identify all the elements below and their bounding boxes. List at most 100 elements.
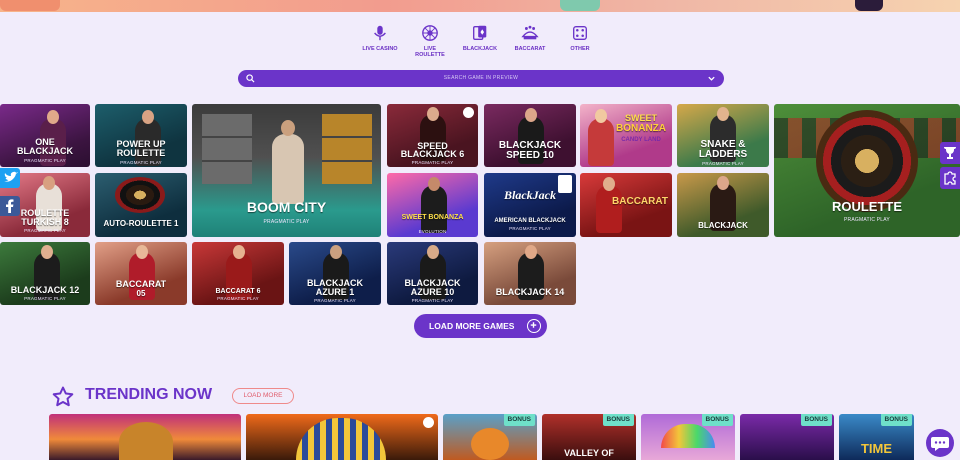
host-head [595, 109, 607, 123]
trending-load-more-button[interactable]: LOAD MORE [232, 388, 294, 404]
trending-tile-time[interactable]: BONUS TIME [839, 414, 914, 460]
game-tile-american-blackjack[interactable]: BlackJack AMERICAN BLACKJACK PRAGMATIC P… [484, 173, 576, 237]
game-tile-boom-city[interactable]: BOOM CITY PRAGMATIC PLAY [192, 104, 381, 237]
nav-live-casino[interactable]: LIVE CASINO [356, 24, 404, 52]
nav-label: OTHER [570, 46, 590, 52]
dealer-head [47, 110, 59, 124]
game-title: AUTO-ROULETTE 1 [103, 219, 179, 228]
dealer-head [717, 107, 729, 121]
trending-tile-pharaoh[interactable] [246, 414, 438, 460]
game-tile-one-blackjack[interactable]: ONE BLACKJACK PRAGMATIC PLAY [0, 104, 90, 167]
game-tile-baccarat-6[interactable]: BACCARAT 6 PRAGMATIC PLAY [192, 242, 284, 305]
banner-art [0, 0, 60, 11]
game-tile-blackjack-12[interactable]: BLACKJACK 12 PRAGMATIC PLAY [0, 242, 90, 305]
chevron-down-icon[interactable] [707, 74, 716, 83]
game-title: SWEET [624, 113, 657, 123]
pharaoh-art [296, 418, 386, 460]
nav-live-roulette[interactable]: LIVE ROULETTE [406, 24, 454, 58]
game-tile-blackjack[interactable]: BLACKJACK [677, 173, 769, 237]
dealer-figure [596, 185, 622, 233]
game-title-line2: AZURE 10 [410, 287, 455, 297]
star-icon [52, 386, 74, 407]
game-tile-blackjack-azure-10[interactable]: BLACKJACK AZURE 10 PRAGMATIC PLAY [387, 242, 478, 305]
chat-icon [931, 437, 949, 451]
game-tile-snake-ladders[interactable]: SNAKE & LADDERS PRAGMATIC PLAY [677, 104, 769, 167]
dealer-head [717, 176, 729, 190]
trending-tile-lion[interactable] [49, 414, 241, 460]
game-title: BLACKJACK [498, 140, 562, 151]
game-title: BACCARAT [612, 196, 668, 207]
dealer-head [142, 110, 154, 124]
game-provider: PRAGMATIC PLAY [411, 298, 454, 303]
tiger-art [471, 428, 509, 460]
hot-icon [423, 417, 434, 428]
search-bar[interactable]: SEARCH GAME IN PREVIEW [238, 70, 724, 87]
game-title: ROULETTE [831, 199, 903, 214]
game-tile-blackjack-14[interactable]: BLACKJACK 14 [484, 242, 576, 305]
game-tile-baccarat-05[interactable]: BACCARAT 05 [95, 242, 187, 305]
twitter-button[interactable] [0, 168, 20, 188]
game-title: BACCARAT 6 [215, 288, 261, 295]
banner-art [560, 0, 600, 11]
game-provider: PRAGMATIC PLAY [844, 217, 890, 223]
game-title-line3: CANDY LAND [621, 137, 661, 143]
game-title-line2: BLACKJACK 6 [400, 149, 465, 159]
game-provider: PRAGMATIC PLAY [24, 158, 66, 163]
category-nav: LIVE CASINO LIVE ROULETTE BLACKJACK BACC… [0, 24, 960, 64]
search-placeholder: SEARCH GAME IN PREVIEW [443, 75, 519, 81]
dealer-head [233, 245, 245, 259]
game-title: SNAKE & [700, 139, 746, 150]
game-provider: EVOLUTION [418, 229, 447, 234]
game-tile-sweet-bonanza-candyland[interactable]: SWEET BONANZA CANDY LAND [580, 104, 672, 167]
trophy-icon [944, 147, 956, 159]
game-title: BLACKJACK 12 [10, 285, 80, 295]
game-title-line2: ROULETTE [116, 148, 166, 158]
dealer-head [427, 107, 439, 121]
game-tile-power-up-roulette[interactable]: POWER UP ROULETTE PRAGMATIC PLAY [95, 104, 187, 167]
facebook-icon [6, 199, 14, 213]
nav-baccarat[interactable]: BACCARAT [506, 24, 554, 52]
facebook-button[interactable] [0, 196, 20, 216]
hot-icon [463, 107, 474, 118]
nav-label: BLACKJACK [462, 46, 498, 52]
trophy-button[interactable] [940, 142, 960, 164]
nav-label: BACCARAT [514, 46, 546, 52]
game-tile-roulette[interactable]: ROULETTE PRAGMATIC PLAY [774, 104, 960, 237]
game-title: BACCARAT [115, 279, 167, 289]
bonus-badge: BONUS [602, 414, 634, 426]
game-provider: PRAGMATIC PLAY [217, 296, 259, 301]
board-tiles [202, 114, 252, 184]
game-tile-auto-roulette-1[interactable]: AUTO-ROULETTE 1 [95, 173, 187, 237]
nav-other[interactable]: OTHER [556, 24, 604, 52]
game-tile-speed-blackjack-6[interactable]: SPEED BLACKJACK 6 PRAGMATIC PLAY [387, 104, 478, 167]
game-title: BLACKJACK 14 [495, 287, 565, 297]
promo-banner[interactable] [0, 0, 960, 12]
game-tile-blackjack-azure-1[interactable]: BLACKJACK AZURE 1 PRAGMATIC PLAY [289, 242, 381, 305]
game-tile-sweet-bonanza[interactable]: SWEET BONANZA EVOLUTION [387, 173, 478, 237]
trending-tile-rainbow[interactable]: BONUS [641, 414, 735, 460]
microphone-icon [374, 25, 386, 41]
trending-tile-valley-of[interactable]: BONUS VALLEY OF [542, 414, 636, 460]
game-title-line2: AZURE 1 [315, 287, 355, 297]
bonus-badge: BONUS [503, 414, 535, 426]
host-head [428, 177, 440, 191]
dice-icon [573, 26, 587, 40]
nav-blackjack[interactable]: BLACKJACK [456, 24, 504, 52]
trending-title: TRENDING NOW [85, 386, 213, 403]
load-more-games-button[interactable]: LOAD MORE GAMES [414, 314, 547, 338]
game-tile-blackjack-speed-10[interactable]: BLACKJACK SPEED 10 [484, 104, 576, 167]
puzzle-button[interactable] [940, 167, 960, 189]
game-title-line2: BONANZA [616, 123, 666, 134]
host-head [281, 120, 295, 136]
game-provider: PRAGMATIC PLAY [509, 226, 551, 231]
game-title: BLACKJACK [698, 221, 748, 230]
game-tile-baccarat[interactable]: BACCARAT [580, 173, 672, 237]
host-figure [421, 185, 447, 233]
dealer-head [525, 108, 537, 122]
trending-tile-queen[interactable]: BONUS [740, 414, 834, 460]
game-logo: BlackJack [504, 188, 556, 202]
trending-tile-fire-tiger[interactable]: BONUS [443, 414, 537, 460]
game-provider: PRAGMATIC PLAY [314, 298, 356, 303]
roulette-wheel [115, 177, 165, 213]
chat-button[interactable] [926, 429, 954, 457]
